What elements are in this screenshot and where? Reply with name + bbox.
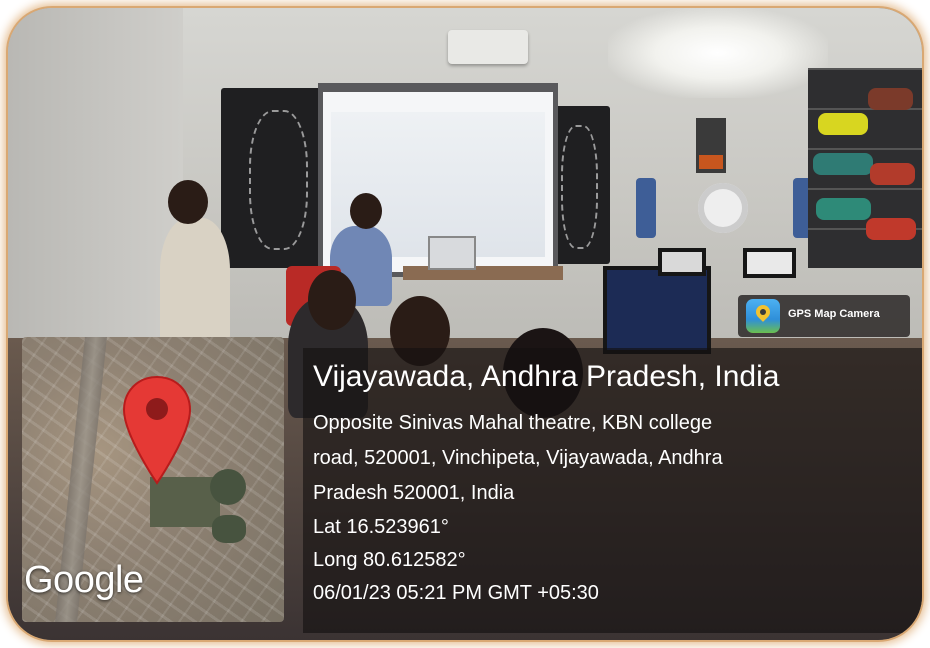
longitude-text: Long 80.612582° bbox=[313, 549, 466, 571]
google-watermark: Google bbox=[24, 559, 144, 601]
app-name: GPS Map Camera bbox=[788, 308, 880, 320]
side-wall bbox=[8, 8, 183, 338]
gps-map-camera-icon bbox=[746, 299, 780, 333]
person-standing-left bbox=[160, 218, 230, 348]
map-thumbnail: Google bbox=[22, 337, 284, 622]
teacher-desk bbox=[403, 266, 563, 280]
latitude-text: Lat 16.523961° bbox=[313, 516, 449, 538]
monitor-small bbox=[658, 248, 706, 276]
datetime-text: 06/01/23 05:21 PM GMT +05:30 bbox=[313, 582, 599, 604]
speaker-left bbox=[636, 178, 656, 238]
decorative-panel-left bbox=[221, 88, 331, 268]
projector bbox=[448, 30, 528, 64]
address-line: Opposite Sinivas Mahal theatre, KBN coll… bbox=[313, 412, 713, 434]
address-line: Pradesh 520001, India bbox=[313, 482, 515, 504]
map-pin-icon bbox=[122, 375, 192, 485]
storage-shelf bbox=[808, 68, 922, 268]
map-building bbox=[212, 515, 246, 543]
monitor-small bbox=[743, 248, 796, 278]
app-badge: GPS Map Camera bbox=[738, 295, 910, 337]
student-head bbox=[308, 270, 356, 330]
laptop bbox=[428, 236, 476, 270]
window-glare bbox=[608, 8, 828, 98]
person-head bbox=[350, 193, 382, 229]
address-line: road, 520001, Vinchipeta, Vijayawada, An… bbox=[313, 447, 723, 469]
wall-fixture bbox=[698, 183, 748, 233]
person-head bbox=[168, 180, 208, 224]
map-building bbox=[210, 469, 246, 505]
location-title: Vijayawada, Andhra Pradesh, India bbox=[313, 360, 780, 393]
wall-poster bbox=[696, 118, 726, 173]
monitor bbox=[603, 266, 711, 354]
